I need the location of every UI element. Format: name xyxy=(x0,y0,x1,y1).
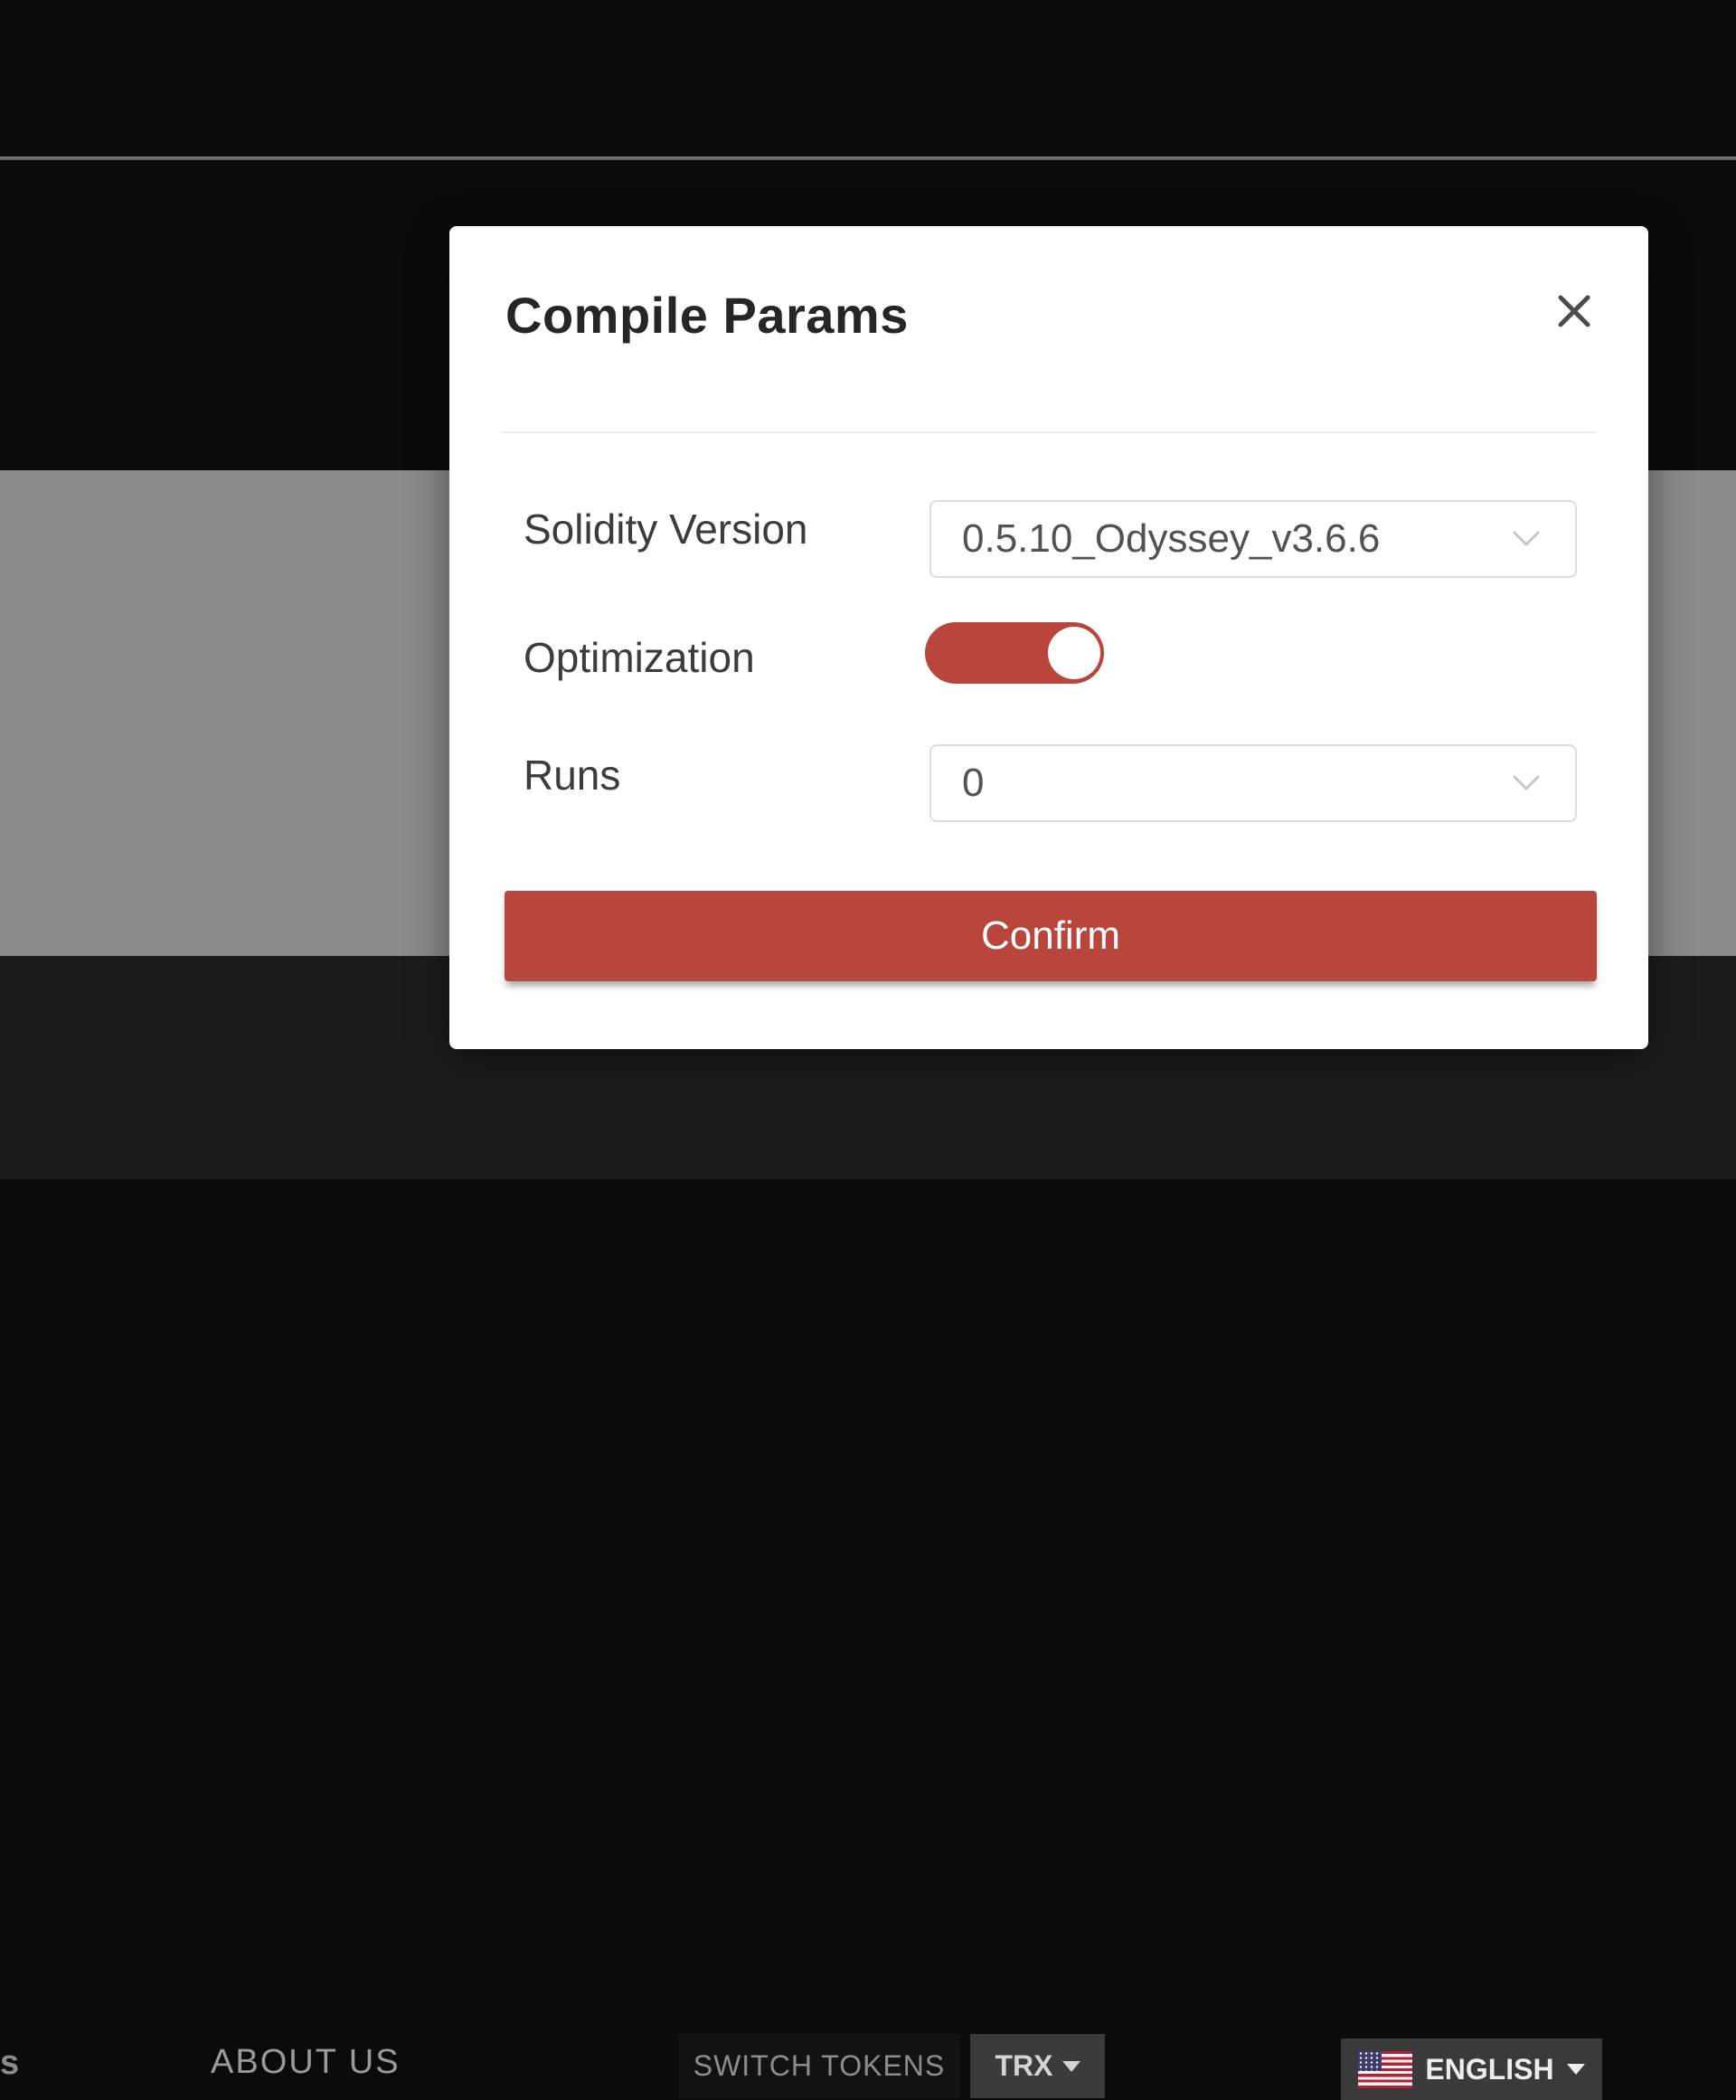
language-selector-dropdown[interactable]: ENGLISH xyxy=(1341,2039,1602,2100)
footer-clipped-text: s xyxy=(0,2044,19,2083)
switch-tokens-text: SWITCH TOKENS xyxy=(693,2049,946,2083)
solidity-version-select[interactable]: 0.5.10_Odyssey_v3.6.6 xyxy=(929,500,1577,578)
caret-down-icon xyxy=(1062,2061,1080,2072)
compile-params-dialog: Compile Params Solidity Version 0.5.10_O… xyxy=(449,226,1648,1049)
switch-tokens-label: SWITCH TOKENS xyxy=(678,2034,960,2098)
optimization-toggle[interactable] xyxy=(925,622,1104,684)
solidity-version-value: 0.5.10_Odyssey_v3.6.6 xyxy=(931,516,1380,562)
optimization-label: Optimization xyxy=(524,633,755,682)
chevron-down-icon xyxy=(1512,774,1541,792)
token-selector-dropdown[interactable]: TRX xyxy=(970,2034,1105,2098)
language-selector-value: ENGLISH xyxy=(1425,2053,1553,2086)
solidity-version-label: Solidity Version xyxy=(524,505,808,553)
confirm-button[interactable]: Confirm xyxy=(505,891,1597,981)
token-selector-value: TRX xyxy=(995,2049,1053,2083)
runs-select[interactable]: 0 xyxy=(929,744,1577,822)
caret-down-icon xyxy=(1567,2064,1585,2075)
header-divider-line xyxy=(0,156,1736,160)
dialog-header-divider xyxy=(501,431,1597,433)
footer-link-about-us[interactable]: ABOUT US xyxy=(211,2043,401,2082)
us-flag-icon xyxy=(1358,2051,1412,2088)
close-icon[interactable] xyxy=(1545,282,1603,340)
runs-value: 0 xyxy=(931,761,984,806)
chevron-down-icon xyxy=(1512,530,1541,548)
dialog-title: Compile Params xyxy=(505,286,909,345)
toggle-knob xyxy=(1048,627,1100,679)
runs-label: Runs xyxy=(524,751,620,799)
